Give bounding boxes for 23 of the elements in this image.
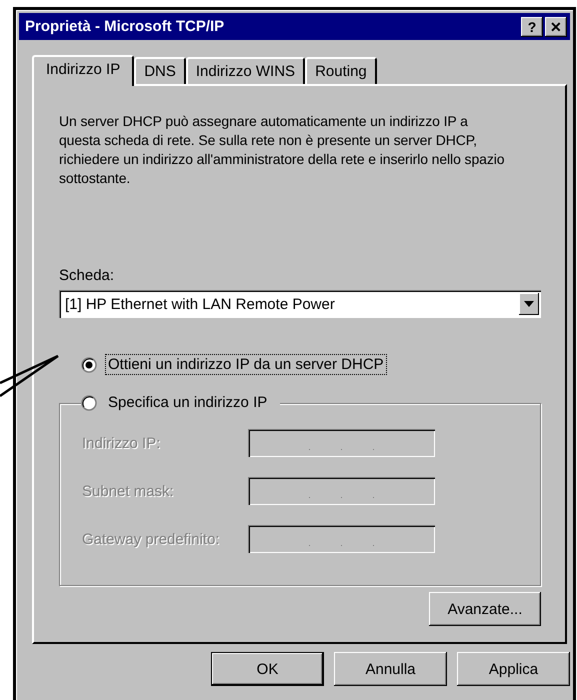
ip-address-field[interactable] xyxy=(248,477,435,505)
field-label: Indirizzo IP: xyxy=(82,434,162,452)
adapter-label: Scheda: xyxy=(59,267,114,284)
tab[interactable]: Indirizzo WINS xyxy=(186,57,306,84)
ip-address-field[interactable] xyxy=(248,525,435,553)
tab[interactable]: Routing xyxy=(305,57,377,84)
field-label: Subnet mask: xyxy=(82,482,175,500)
dialog-button[interactable]: Applica xyxy=(457,652,570,686)
radio-icon[interactable] xyxy=(81,394,97,410)
dialog-button[interactable]: Annulla xyxy=(334,652,447,686)
close-button[interactable]: ✕ xyxy=(545,16,567,36)
ip-address-field[interactable] xyxy=(248,429,435,457)
advanced-button[interactable]: Avanzate... xyxy=(429,592,541,626)
radio-icon[interactable] xyxy=(81,356,97,372)
dialog-button[interactable]: OK xyxy=(211,652,324,686)
help-button[interactable]: ? xyxy=(521,16,543,36)
adapter-dropdown[interactable]: [1] HP Ethernet with LAN Remote Power xyxy=(59,290,541,318)
radio-option[interactable]: Specifica un indirizzo IP xyxy=(81,392,280,413)
field-label: Gateway predefinito: xyxy=(82,530,221,548)
description-text: Un server DHCP può assegnare automaticamente un indirizzo IP a questa scheda di rete. Se sulla rete non è presente un server DHCP, richiedere un indirizzo all'amministratore della rete e inserirlo nello spazio sottostante. xyxy=(59,112,505,188)
window-title: Proprietà - Microsoft TCP/IP xyxy=(25,18,226,35)
tab[interactable]: DNS xyxy=(134,57,186,84)
tab[interactable]: Indirizzo IP xyxy=(32,55,134,86)
